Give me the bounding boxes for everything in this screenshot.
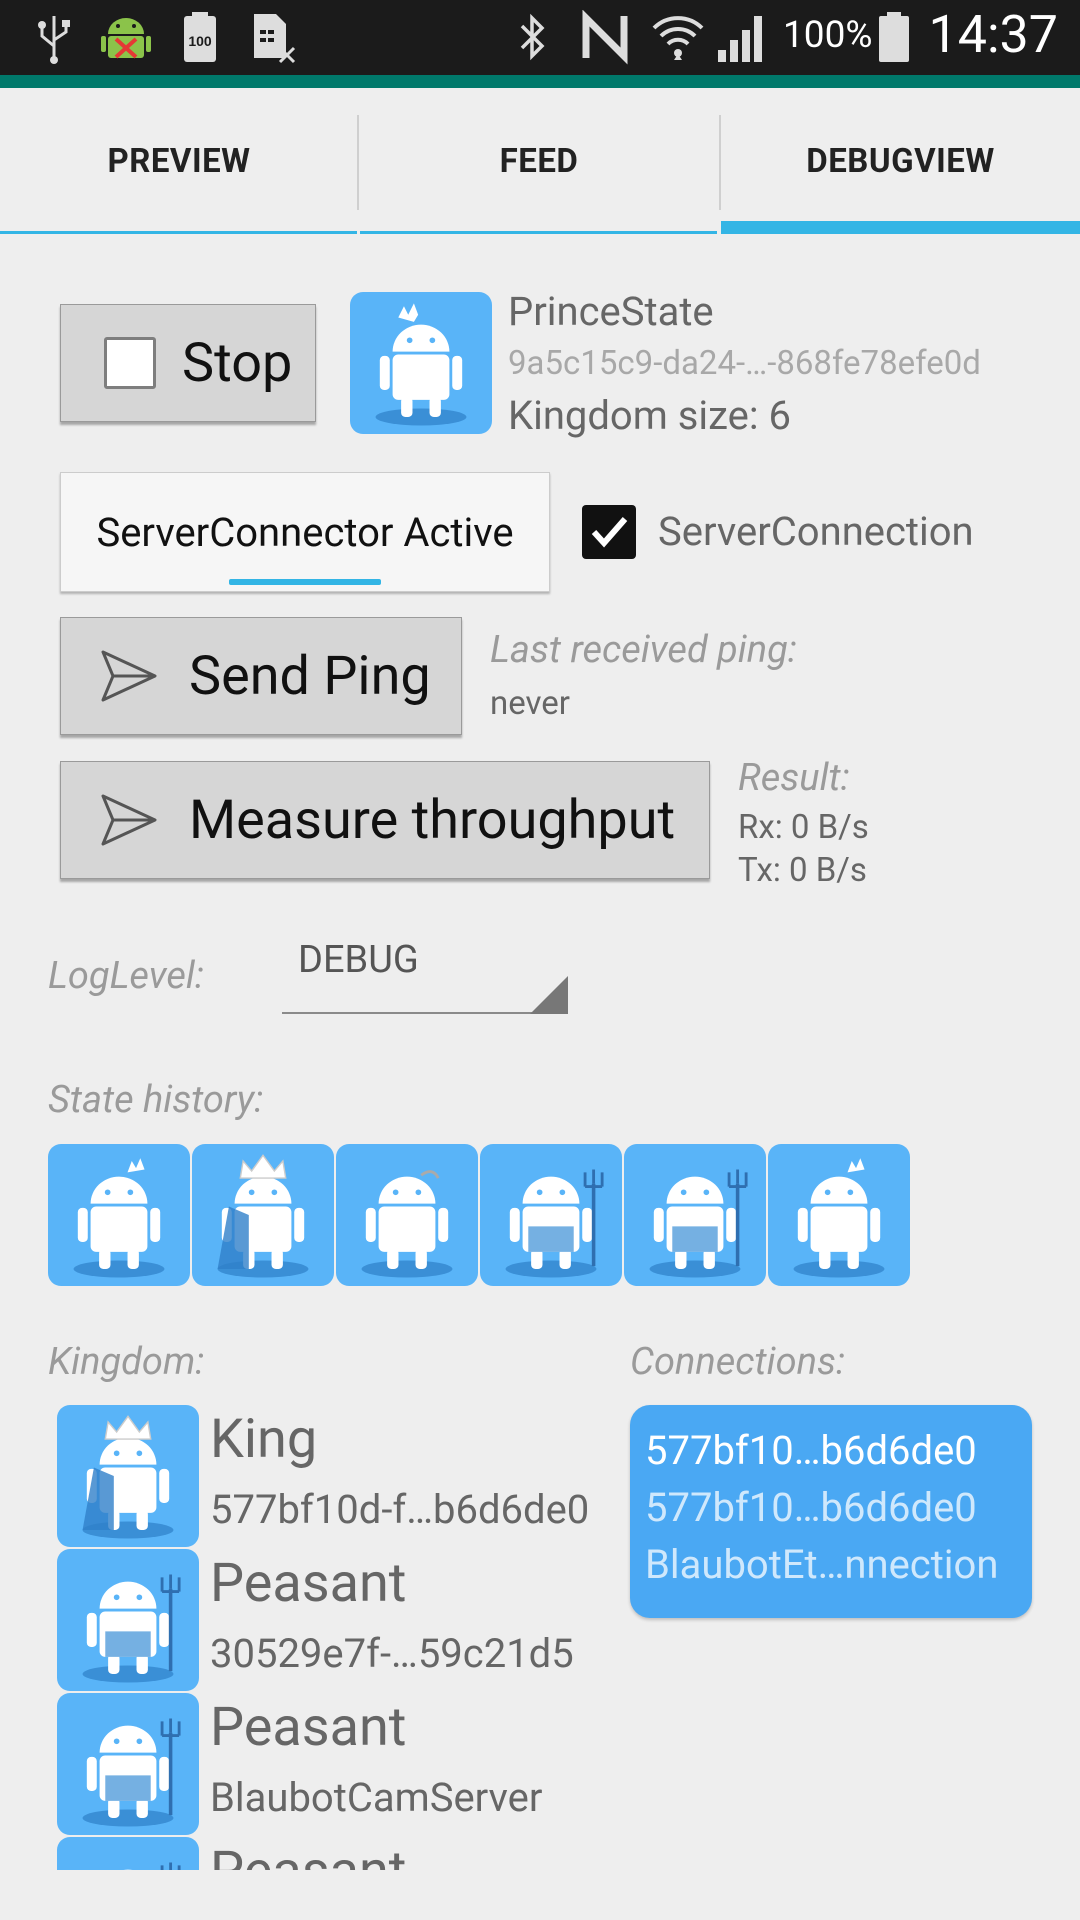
stop-toggle-button[interactable]: Stop <box>60 304 316 422</box>
send-icon <box>101 794 157 846</box>
kingdom-member-row[interactable]: Peasant 30529e7f-…59c21d5 <box>0 1544 620 1691</box>
loglevel-value: DEBUG <box>298 938 419 982</box>
measure-throughput-label: Measure throughput <box>189 788 676 852</box>
state-history-king-icon <box>192 1144 334 1286</box>
server-connection-checkbox[interactable] <box>582 505 636 559</box>
tab-feed[interactable]: FEED <box>360 88 718 234</box>
last-ping-label: Last received ping: <box>490 628 797 672</box>
kingdom-label: Kingdom: <box>48 1340 205 1384</box>
peasant-icon <box>57 1693 199 1835</box>
spinner-underline <box>282 1012 568 1014</box>
battery-icon <box>879 12 909 62</box>
send-icon <box>101 650 157 702</box>
bluetooth-icon <box>520 13 545 61</box>
tab-underline <box>360 231 717 234</box>
sim-card-x-icon <box>254 14 296 64</box>
kingdom-member-row[interactable]: Peasant BlaubotCamServer <box>0 1688 620 1835</box>
usb-icon <box>38 16 70 64</box>
checkmark-icon <box>591 517 628 548</box>
connections-label: Connections: <box>630 1340 846 1384</box>
kingdom-list: King 577bf10d-f…b6d6de0 Peasant 30529e7f-…… <box>0 1400 620 1870</box>
toggle-indicator <box>229 579 381 585</box>
connection-type: BlaubotEt…nnection <box>645 1541 999 1588</box>
server-connection-label: ServerConnection <box>658 508 974 555</box>
dropdown-arrow-icon <box>530 976 568 1014</box>
peasant-icon <box>57 1549 199 1691</box>
android-debug-icon <box>101 18 151 59</box>
kingdom-member-row[interactable]: Peasant <box>0 1832 620 1870</box>
rx-value: Rx: 0 B/s <box>738 808 869 847</box>
member-role: Peasant <box>210 1840 406 1870</box>
tx-value: Tx: 0 B/s <box>738 851 867 890</box>
member-id: BlaubotCamServer <box>210 1774 543 1821</box>
tab-divider <box>357 115 359 210</box>
send-ping-button[interactable]: Send Ping <box>60 617 462 735</box>
state-history-peasant-fork-icon <box>624 1144 766 1286</box>
tab-label: FEED <box>499 141 579 181</box>
wifi-icon <box>652 16 704 60</box>
tab-indicator-selected <box>721 221 1080 234</box>
prince-state-icon <box>350 292 492 434</box>
tab-label: PREVIEW <box>107 141 251 181</box>
server-connector-label: ServerConnector Active <box>96 509 514 556</box>
battery-percent: 100% <box>783 14 873 57</box>
status-bar: 100 100% 14:37 <box>0 0 1080 75</box>
clock: 14:37 <box>928 4 1059 65</box>
member-id: 577bf10d-f…b6d6de0 <box>210 1486 590 1533</box>
state-history-peasant-icon <box>480 1144 622 1286</box>
action-bar-strip <box>0 75 1080 88</box>
stop-label: Stop <box>182 331 293 395</box>
tab-preview[interactable]: PREVIEW <box>0 88 358 234</box>
last-ping-value: never <box>490 684 570 723</box>
tab-divider <box>719 115 721 210</box>
nfc-icon <box>582 10 628 65</box>
member-role: Peasant <box>210 1552 407 1615</box>
state-uuid: 9a5c15c9-da24-…-868fe78efe0d <box>508 344 981 383</box>
kingdom-size: Kingdom size: 6 <box>508 392 791 439</box>
connection-remote-id: 577bf10…b6d6de0 <box>645 1427 977 1474</box>
state-title: PrinceState <box>508 288 714 335</box>
send-ping-label: Send Ping <box>189 644 431 708</box>
signal-icon <box>718 16 762 62</box>
member-id: 30529e7f-…59c21d5 <box>210 1630 574 1677</box>
state-history-prince-icon <box>48 1144 190 1286</box>
battery-100-icon: 100 <box>184 12 216 62</box>
peasant-icon <box>57 1837 199 1870</box>
tab-debugview[interactable]: DEBUGVIEW <box>721 88 1080 234</box>
tab-underline <box>0 231 357 234</box>
state-history-label: State history: <box>48 1078 264 1122</box>
loglevel-label: LogLevel: <box>48 954 204 998</box>
state-history-free-icon <box>336 1144 478 1286</box>
measure-throughput-button[interactable]: Measure throughput <box>60 761 710 879</box>
server-connector-toggle[interactable]: ServerConnector Active <box>60 472 550 592</box>
kingdom-member-row[interactable]: King 577bf10d-f…b6d6de0 <box>0 1400 620 1547</box>
svg-text:100: 100 <box>188 33 212 49</box>
loglevel-spinner[interactable]: DEBUG <box>282 924 568 1014</box>
member-role: King <box>210 1408 318 1471</box>
tab-label: DEBUGVIEW <box>806 141 995 181</box>
king-icon <box>57 1405 199 1547</box>
connection-device-id: 577bf10…b6d6de0 <box>645 1484 977 1531</box>
stop-checkbox[interactable] <box>104 337 156 389</box>
member-role: Peasant <box>210 1696 407 1759</box>
state-history-prince-icon <box>768 1144 910 1286</box>
result-label: Result: <box>738 756 850 800</box>
tab-bar: PREVIEW FEED DEBUGVIEW <box>0 88 1080 234</box>
connection-card[interactable]: 577bf10…b6d6de0 577bf10…b6d6de0 BlaubotE… <box>630 1405 1032 1618</box>
